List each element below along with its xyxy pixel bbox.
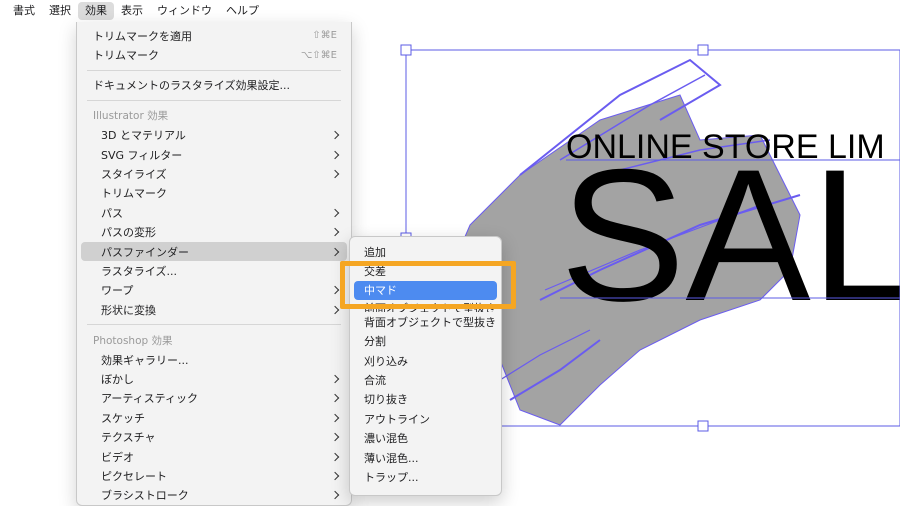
chevron-right-icon [330,394,340,403]
big-sale-text[interactable]: SAL [560,130,900,340]
chevron-right-icon [330,305,340,315]
menu-format[interactable]: 書式 [6,2,42,20]
submenu-item-trap[interactable]: トラップ... [354,467,497,486]
menu-item-texture[interactable]: テクスチャ [81,427,347,446]
menu-item-3d-materials[interactable]: 3D とマテリアル [81,126,347,145]
menu-item-distort-transform[interactable]: パスの変形 [81,223,347,242]
selection-handle-bottom-center [697,420,709,432]
submenu-item-subtract-back[interactable]: 背面オブジェクトで型抜き [354,312,497,331]
submenu-item-soft-mix[interactable]: 薄い混色... [354,448,497,467]
menu-item-brush-strokes[interactable]: ブラシストローク [81,486,347,505]
menu-item-apply-trim-marks[interactable]: トリムマークを適用 ⇧⌘E [81,26,347,45]
chevron-right-icon [330,413,340,422]
menu-item-pathfinder[interactable]: パスファインダー [81,241,347,262]
menu-separator [87,100,341,102]
menu-item-pixelate[interactable]: ピクセレート [81,466,347,485]
submenu-item-exclude[interactable]: 中マド [354,280,497,301]
chevron-right-icon [330,150,340,159]
menu-item-stylize[interactable]: スタイライズ [81,164,347,183]
pathfinder-submenu: 追加 交差 中マド 前面オブジェクトで型抜き 背面オブジェクトで型抜き 分割 刈… [349,236,502,496]
menu-select[interactable]: 選択 [42,2,78,20]
menu-item-warp[interactable]: ワープ [81,281,347,300]
menu-item-artistic[interactable]: アーティスティック [81,389,347,408]
menu-separator [87,69,341,71]
shortcut-trim: ⌥⇧⌘E [300,49,337,61]
menu-view[interactable]: 表示 [114,2,150,20]
submenu-item-divide[interactable]: 分割 [354,332,497,351]
menu-bar: 書式 選択 効果 表示 ウィンドウ ヘルプ [0,0,900,22]
chevron-right-icon [330,247,340,256]
submenu-item-trim[interactable]: 刈り込み [354,351,497,370]
menu-item-crop-marks[interactable]: トリムマーク [81,184,347,203]
chevron-right-icon [330,131,340,140]
menu-item-blur[interactable]: ぼかし [81,369,347,388]
menu-help[interactable]: ヘルプ [219,2,266,20]
submenu-item-outline[interactable]: アウトライン [354,409,497,428]
menu-item-effect-gallery[interactable]: 効果ギャラリー... [81,350,347,369]
submenu-item-merge[interactable]: 合流 [354,370,497,389]
section-header-photoshop: Photoshop 効果 [93,334,173,347]
menu-separator [87,324,341,326]
menu-item-trim-marks[interactable]: トリムマーク ⌥⇧⌘E [81,45,347,64]
menu-item-convert-to-shape[interactable]: 形状に変換 [81,300,347,319]
menu-item-rasterize[interactable]: ラスタライズ... [81,261,347,280]
menu-item-svg-filters[interactable]: SVG フィルター [81,145,347,164]
submenu-item-add[interactable]: 追加 [354,242,497,261]
chevron-right-icon [330,374,340,384]
chevron-right-icon [330,227,340,237]
shortcut-apply-trim: ⇧⌘E [312,30,337,42]
submenu-item-intersect[interactable]: 交差 [354,261,497,280]
effect-menu-dropdown: トリムマークを適用 ⇧⌘E トリムマーク ⌥⇧⌘E ドキュメントのラスタライズ効… [76,22,352,506]
submenu-item-crop[interactable]: 切り抜き [354,390,497,409]
menu-item-path[interactable]: パス [81,203,347,222]
menu-effect[interactable]: 効果 [78,2,114,20]
chevron-right-icon [330,491,340,500]
chevron-right-icon [330,432,340,442]
selection-handle-top-center [697,44,709,56]
submenu-item-subtract-front[interactable]: 前面オブジェクトで型抜き [354,300,497,312]
menu-item-video[interactable]: ビデオ [81,447,347,466]
menu-item-raster-effects-settings[interactable]: ドキュメントのラスタライズ効果設定... [81,76,347,95]
chevron-right-icon [330,452,340,461]
chevron-right-icon [330,286,340,295]
selection-handle-top-left [400,44,412,56]
chevron-right-icon [330,208,340,218]
section-header-illustrator: Illustrator 効果 [93,110,169,123]
chevron-right-icon [330,471,340,481]
chevron-right-icon [330,169,340,179]
menu-item-sketch[interactable]: スケッチ [81,408,347,427]
menu-window[interactable]: ウィンドウ [150,2,219,20]
submenu-item-hard-mix[interactable]: 濃い混色 [354,429,497,448]
